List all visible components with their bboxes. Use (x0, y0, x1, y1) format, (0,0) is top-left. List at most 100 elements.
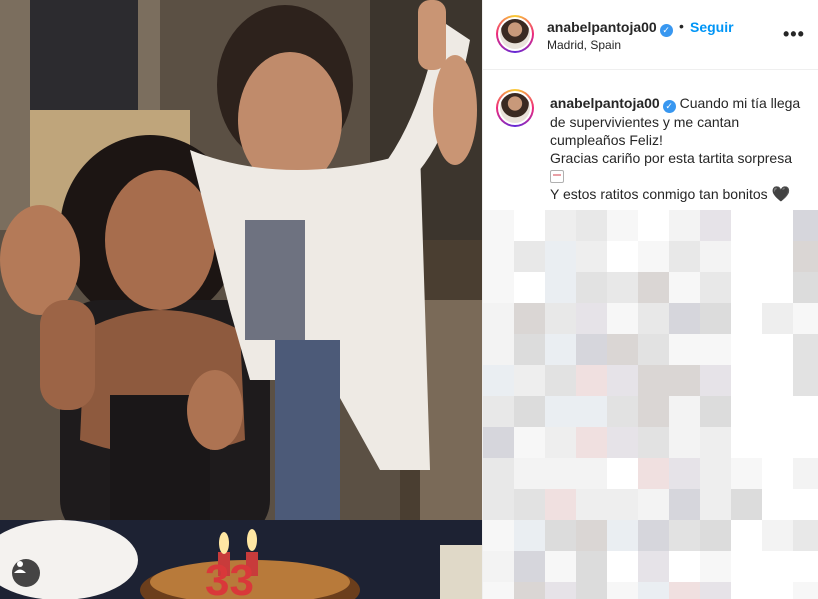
caption-text-line3: Y estos ratitos conmigo tan bonitos (550, 186, 768, 202)
blur-pixel (607, 520, 638, 551)
blur-pixel (607, 365, 638, 396)
blur-pixel (483, 582, 514, 599)
blur-pixel (545, 303, 576, 334)
blur-pixel (638, 427, 669, 458)
blur-pixel (731, 272, 762, 303)
blur-pixel (762, 489, 793, 520)
caption-username[interactable]: anabelpantoja00 (550, 95, 660, 111)
blur-pixel (700, 427, 731, 458)
blur-pixel (669, 427, 700, 458)
blur-pixel (514, 520, 545, 551)
blur-pixel (638, 241, 669, 272)
location-link[interactable]: Madrid, Spain (547, 38, 621, 52)
blur-pixel (514, 210, 545, 241)
blur-pixel (669, 334, 700, 365)
blur-pixel (607, 272, 638, 303)
blur-pixel (483, 241, 514, 272)
verified-badge-icon: ✓ (662, 100, 676, 113)
username-text[interactable]: anabelpantoja00 (547, 19, 657, 35)
blur-pixel (793, 396, 818, 427)
blur-pixel (483, 489, 514, 520)
blur-pixel (514, 396, 545, 427)
blur-pixel (669, 396, 700, 427)
blur-pixel (514, 334, 545, 365)
blur-pixel (545, 210, 576, 241)
blur-pixel (700, 458, 731, 489)
blur-pixel (638, 489, 669, 520)
blur-pixel (514, 489, 545, 520)
blur-pixel (483, 272, 514, 303)
cake-emoji-icon (550, 170, 564, 183)
blur-pixel (514, 272, 545, 303)
blur-pixel (762, 241, 793, 272)
blur-pixel (638, 582, 669, 599)
blur-pixel (483, 365, 514, 396)
cake-number: 33 (205, 556, 254, 599)
blur-pixel (514, 427, 545, 458)
follow-button[interactable]: Seguir (690, 19, 734, 35)
blur-pixel (762, 427, 793, 458)
blur-pixel (576, 241, 607, 272)
blur-pixel (731, 520, 762, 551)
blur-pixel (700, 303, 731, 334)
blur-pixel (700, 365, 731, 396)
post-side-panel: anabelpantoja00 ✓ • Seguir Madrid, Spain … (482, 0, 818, 599)
blur-pixel (731, 458, 762, 489)
blur-pixel (731, 427, 762, 458)
blur-pixel (545, 458, 576, 489)
username-link[interactable]: anabelpantoja00 ✓ (547, 19, 673, 37)
blur-pixel (607, 427, 638, 458)
blur-pixel (700, 551, 731, 582)
blur-pixel (545, 241, 576, 272)
blur-pixel (762, 396, 793, 427)
blur-pixel (793, 427, 818, 458)
blur-pixel (638, 334, 669, 365)
blur-pixel (483, 210, 514, 241)
blur-pixel (700, 241, 731, 272)
blur-pixel (700, 210, 731, 241)
blur-pixel (700, 520, 731, 551)
blur-pixel (700, 489, 731, 520)
blur-pixel (669, 458, 700, 489)
blur-pixel (638, 520, 669, 551)
blur-pixel (545, 365, 576, 396)
blur-pixel (576, 396, 607, 427)
blur-pixel (700, 334, 731, 365)
separator-dot: • (679, 18, 684, 34)
blur-pixel (576, 303, 607, 334)
caption-avatar[interactable] (496, 89, 534, 127)
blur-pixel (576, 520, 607, 551)
blur-pixel (545, 427, 576, 458)
more-options-icon[interactable]: ••• (783, 24, 805, 45)
blur-pixel (669, 241, 700, 272)
blur-pixel (731, 241, 762, 272)
blur-pixel (793, 551, 818, 582)
blur-pixel (607, 334, 638, 365)
blur-pixel (607, 241, 638, 272)
blurred-comments (483, 210, 818, 599)
blur-pixel (700, 272, 731, 303)
blur-pixel (514, 458, 545, 489)
blur-pixel (793, 241, 818, 272)
blur-pixel (793, 520, 818, 551)
blur-pixel (762, 303, 793, 334)
blur-pixel (731, 489, 762, 520)
blur-pixel (793, 489, 818, 520)
blur-pixel (731, 365, 762, 396)
blur-pixel (793, 210, 818, 241)
post-media[interactable]: 33 (0, 0, 482, 599)
tagged-users-button[interactable] (12, 559, 40, 587)
blur-pixel (793, 458, 818, 489)
blur-pixel (483, 396, 514, 427)
blur-pixel (576, 210, 607, 241)
blur-pixel (607, 551, 638, 582)
blur-pixel (762, 458, 793, 489)
blur-pixel (762, 551, 793, 582)
avatar[interactable] (496, 15, 534, 53)
blur-pixel (576, 272, 607, 303)
blur-pixel (514, 551, 545, 582)
blur-pixel (793, 303, 818, 334)
blur-pixel (576, 334, 607, 365)
blur-pixel (669, 582, 700, 599)
blur-pixel (545, 551, 576, 582)
